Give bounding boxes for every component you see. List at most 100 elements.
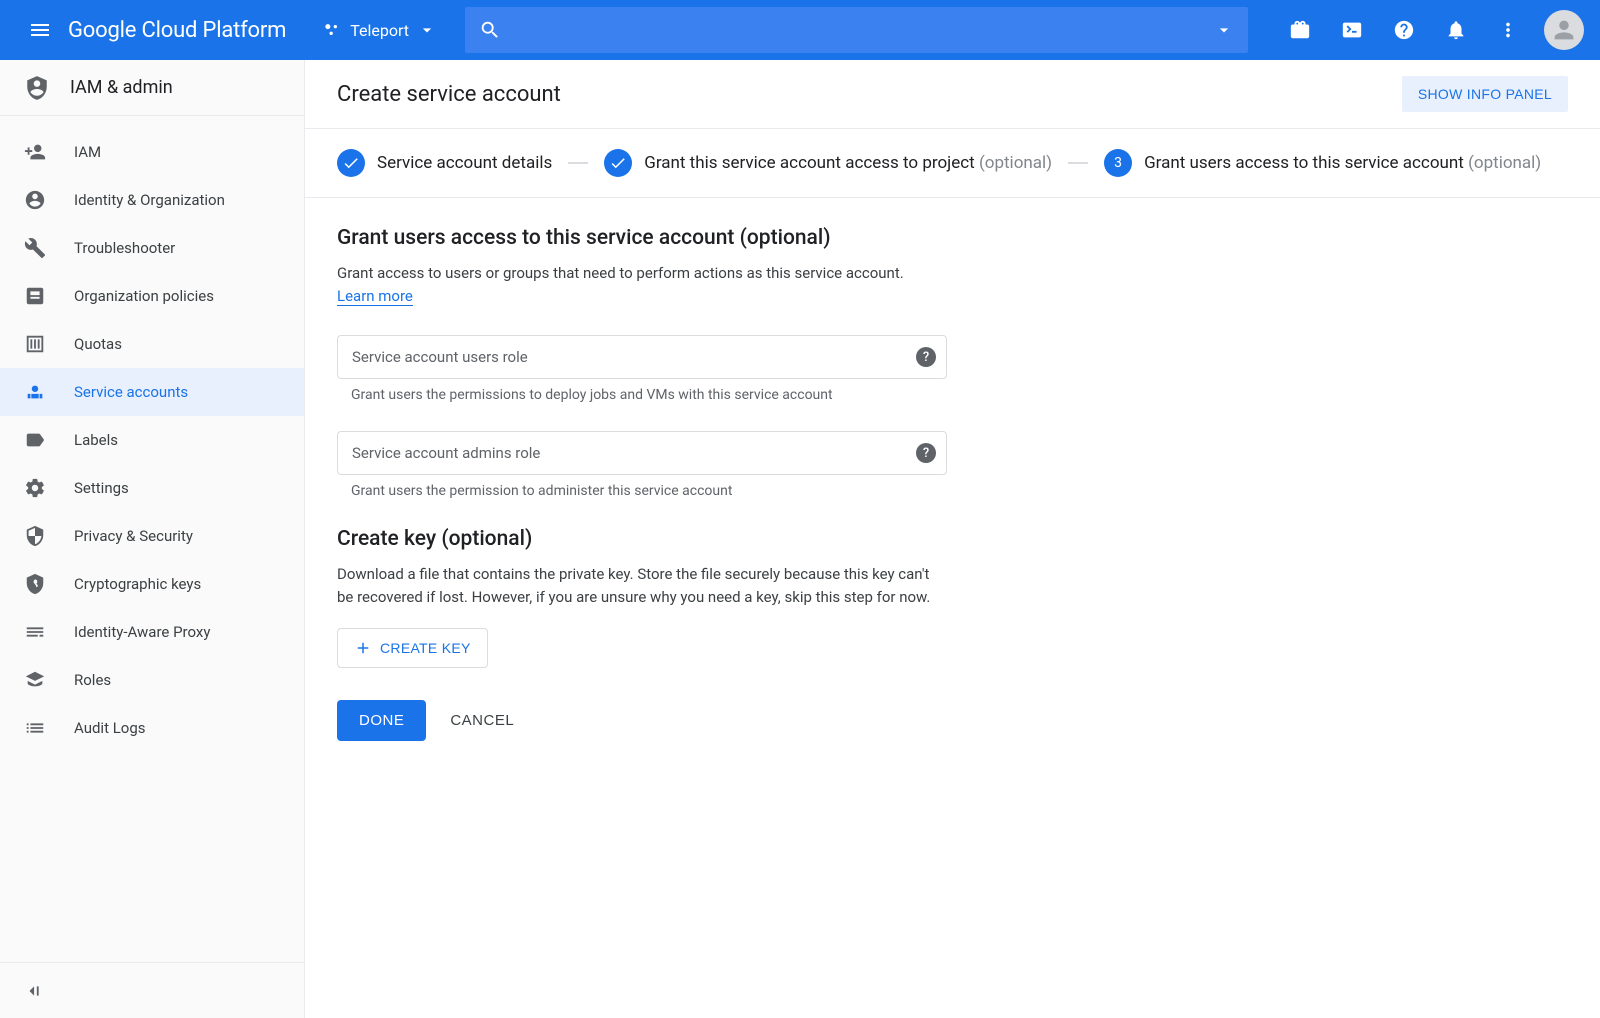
sidebar-item-iam[interactable]: IAM	[0, 128, 304, 176]
sidebar-nav: IAM Identity & Organization Troubleshoot…	[0, 116, 304, 962]
dropdown-icon	[417, 20, 437, 40]
sidebar-item-label: Identity-Aware Proxy	[74, 623, 210, 641]
sidebar-item-audit-logs[interactable]: Audit Logs	[0, 704, 304, 752]
collapse-icon	[24, 980, 46, 1002]
step-dash	[568, 162, 588, 164]
body-container: IAM & admin IAM Identity & Organization …	[0, 60, 1600, 1018]
sidebar-item-label: Roles	[74, 671, 111, 689]
help-icon[interactable]: ?	[916, 347, 936, 367]
gift-button[interactable]	[1276, 6, 1324, 54]
quota-icon	[24, 333, 46, 355]
learn-more-link[interactable]: Learn more	[337, 287, 413, 306]
key-section-title: Create key (optional)	[337, 527, 1233, 551]
gift-icon	[1289, 19, 1311, 41]
create-key-section: Create key (optional) Download a file th…	[305, 499, 1265, 668]
account-circle-icon	[24, 189, 46, 211]
step-3[interactable]: 3 Grant users access to this service acc…	[1104, 149, 1541, 177]
hamburger-menu-button[interactable]	[16, 6, 64, 54]
help-button[interactable]	[1380, 6, 1428, 54]
header-icon-group	[1276, 6, 1584, 54]
done-button[interactable]: DONE	[337, 700, 426, 741]
admins-role-field-group: Service account admins role ? Grant user…	[337, 431, 1233, 499]
step-dash	[1068, 162, 1088, 164]
sidebar: IAM & admin IAM Identity & Organization …	[0, 60, 305, 1018]
sidebar-item-label: Troubleshooter	[74, 239, 175, 257]
search-input[interactable]	[513, 21, 1214, 39]
proxy-icon	[24, 621, 46, 643]
step-1-check-icon	[337, 149, 365, 177]
terminal-icon	[1341, 19, 1363, 41]
person-add-icon	[24, 141, 46, 163]
cancel-button[interactable]: CANCEL	[450, 712, 514, 729]
help-icon[interactable]: ?	[916, 443, 936, 463]
step-1[interactable]: Service account details	[337, 149, 552, 177]
cloud-shell-button[interactable]	[1328, 6, 1376, 54]
grant-section-desc: Grant access to users or groups that nee…	[337, 262, 1233, 307]
create-key-button[interactable]: CREATE KEY	[337, 628, 488, 668]
search-dropdown-icon[interactable]	[1214, 20, 1234, 40]
service-account-users-role-input[interactable]: Service account users role ?	[337, 335, 947, 379]
gear-icon	[24, 477, 46, 499]
sidebar-item-label: Privacy & Security	[74, 527, 193, 545]
grant-users-section: Grant users access to this service accou…	[305, 198, 1265, 499]
sidebar-item-quotas[interactable]: Quotas	[0, 320, 304, 368]
top-header: Google Cloud Platform Teleport	[0, 0, 1600, 60]
more-button[interactable]	[1484, 6, 1532, 54]
field-label: Service account admins role	[352, 444, 540, 462]
main-content: Create service account SHOW INFO PANEL S…	[305, 60, 1600, 1018]
sidebar-item-settings[interactable]: Settings	[0, 464, 304, 512]
field-hint: Grant users the permission to administer…	[337, 483, 947, 499]
person-icon	[1550, 16, 1578, 44]
sidebar-item-label: Labels	[74, 431, 118, 449]
step-3-number: 3	[1104, 149, 1132, 177]
stepper: Service account details Grant this servi…	[305, 129, 1600, 198]
sidebar-item-identity-org[interactable]: Identity & Organization	[0, 176, 304, 224]
project-dots-icon	[322, 20, 342, 40]
sidebar-item-org-policies[interactable]: Organization policies	[0, 272, 304, 320]
sidebar-item-label: IAM	[74, 143, 101, 161]
form-actions: DONE CANCEL	[305, 668, 1600, 773]
bell-icon	[1445, 19, 1467, 41]
sidebar-item-troubleshooter[interactable]: Troubleshooter	[0, 224, 304, 272]
sidebar-item-crypto-keys[interactable]: Cryptographic keys	[0, 560, 304, 608]
sidebar-item-iap[interactable]: Identity-Aware Proxy	[0, 608, 304, 656]
page-title: Create service account	[337, 82, 561, 107]
sidebar-item-label: Organization policies	[74, 287, 214, 305]
sidebar-header: IAM & admin	[0, 60, 304, 116]
step-3-label: Grant users access to this service accou…	[1144, 153, 1541, 173]
sidebar-item-label: Settings	[74, 479, 129, 497]
step-2[interactable]: Grant this service account access to pro…	[604, 149, 1052, 177]
hat-icon	[24, 669, 46, 691]
show-info-panel-button[interactable]: SHOW INFO PANEL	[1402, 76, 1568, 112]
sidebar-item-service-accounts[interactable]: Service accounts	[0, 368, 304, 416]
search-icon	[479, 19, 501, 41]
service-account-icon	[24, 381, 46, 403]
sidebar-collapse-button[interactable]	[0, 962, 304, 1018]
field-hint: Grant users the permissions to deploy jo…	[337, 387, 947, 403]
wrench-icon	[24, 237, 46, 259]
users-role-field-group: Service account users role ? Grant users…	[337, 335, 1233, 403]
step-1-label: Service account details	[377, 153, 552, 173]
sidebar-title: IAM & admin	[70, 77, 173, 98]
more-vert-icon	[1497, 19, 1519, 41]
sidebar-item-privacy-security[interactable]: Privacy & Security	[0, 512, 304, 560]
help-icon	[1393, 19, 1415, 41]
main-header: Create service account SHOW INFO PANEL	[305, 60, 1600, 129]
sidebar-item-roles[interactable]: Roles	[0, 656, 304, 704]
grant-section-title: Grant users access to this service accou…	[337, 226, 1233, 250]
shield-icon	[24, 525, 46, 547]
project-selector[interactable]: Teleport	[322, 20, 437, 40]
sidebar-item-label: Audit Logs	[74, 719, 146, 737]
sidebar-item-labels[interactable]: Labels	[0, 416, 304, 464]
field-label: Service account users role	[352, 348, 528, 366]
search-bar[interactable]	[465, 7, 1248, 53]
list-icon	[24, 717, 46, 739]
sidebar-item-label: Quotas	[74, 335, 122, 353]
notifications-button[interactable]	[1432, 6, 1480, 54]
account-avatar[interactable]	[1544, 10, 1584, 50]
plus-icon	[354, 639, 372, 657]
service-account-admins-role-input[interactable]: Service account admins role ?	[337, 431, 947, 475]
label-icon	[24, 429, 46, 451]
document-icon	[24, 285, 46, 307]
step-2-label: Grant this service account access to pro…	[644, 153, 1052, 173]
